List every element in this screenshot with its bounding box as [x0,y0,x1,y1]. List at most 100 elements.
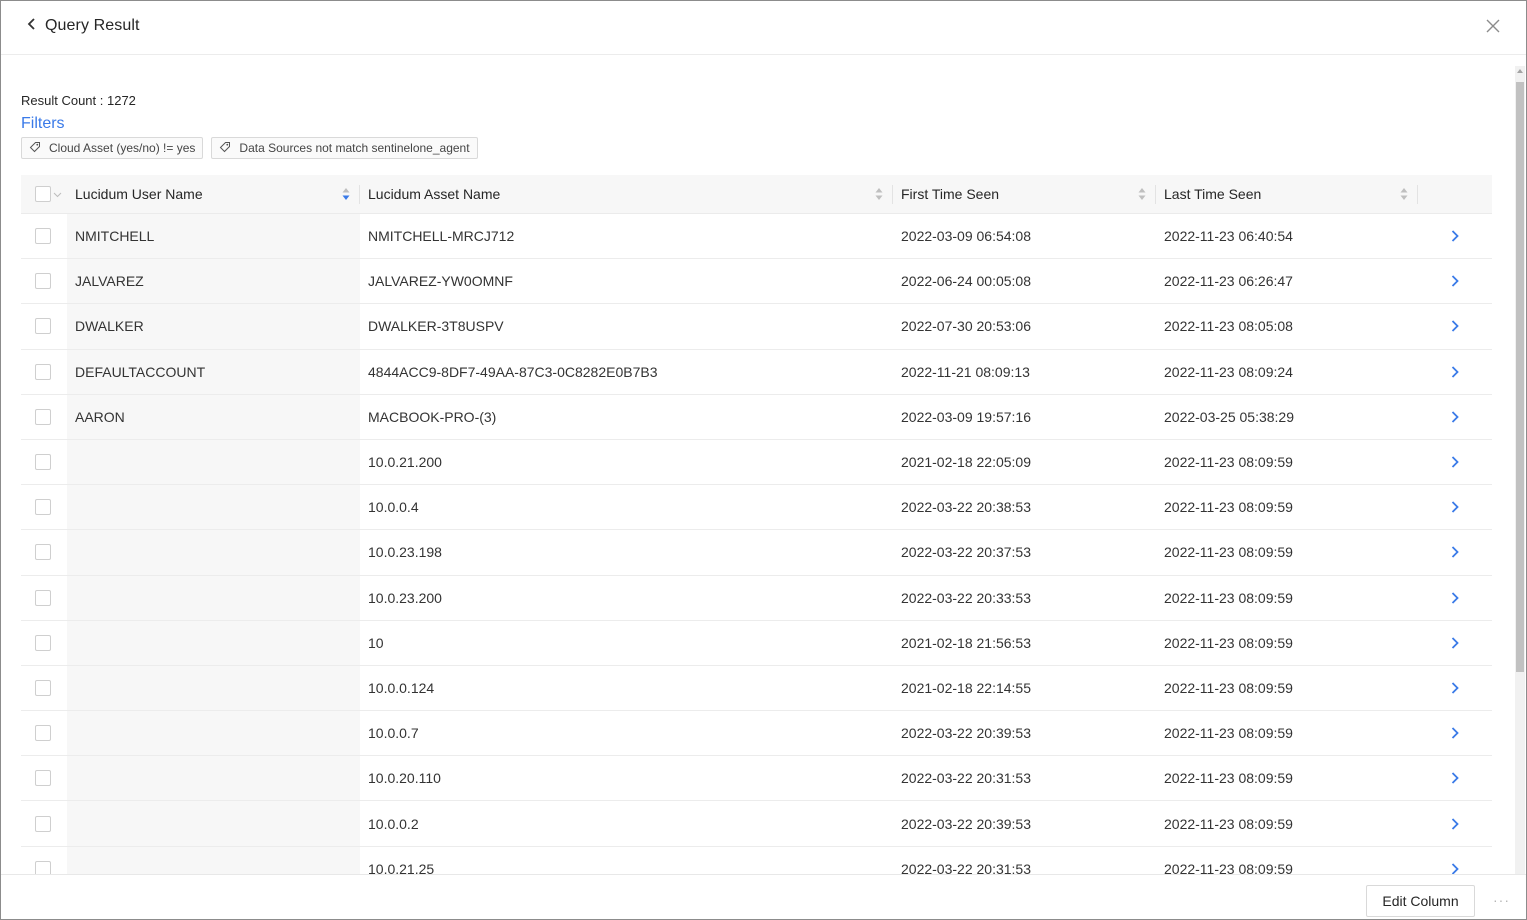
table-row[interactable]: 10.0.0.2 2022-03-22 20:39:53 2022-11-23 … [21,801,1492,847]
column-header-label: Last Time Seen [1164,186,1262,202]
chevron-right-icon[interactable] [1418,365,1492,379]
cell-asset: 10.0.0.4 [368,499,419,516]
cell-last-seen: 2022-11-23 06:40:54 [1164,228,1293,245]
cell-last-seen: 2022-11-23 08:09:59 [1164,725,1293,742]
chevron-right-icon[interactable] [1418,726,1492,740]
row-checkbox[interactable] [35,860,51,874]
table-row[interactable]: 10.0.0.4 2022-03-22 20:38:53 2022-11-23 … [21,485,1492,531]
back-button[interactable]: Query Result [25,15,140,37]
cell-asset: 10.0.23.198 [368,544,442,561]
scrollbar-thumb[interactable] [1516,82,1524,672]
panel-header: Query Result [1,1,1526,55]
row-checkbox[interactable] [35,499,51,516]
chevron-down-icon[interactable] [53,186,62,202]
sort-icon[interactable] [1138,187,1146,201]
cell-last-seen: 2022-11-23 08:09:59 [1164,770,1293,787]
filter-tag[interactable]: Data Sources not match sentinelone_agent [211,137,478,159]
filter-tag-label: Cloud Asset (yes/no) != yes [49,141,196,155]
cell-first-seen: 2021-02-18 21:56:53 [901,634,1031,651]
chevron-right-icon[interactable] [1418,319,1492,333]
row-checkbox[interactable] [35,544,51,561]
cell-first-seen: 2021-02-18 22:05:09 [901,454,1031,471]
cell-user [67,575,360,620]
table-row[interactable]: 10 2021-02-18 21:56:53 2022-11-23 08:09:… [21,620,1492,666]
chevron-right-icon[interactable] [1418,455,1492,469]
table-row[interactable]: 10.0.0.7 2022-03-22 20:39:53 2022-11-23 … [21,711,1492,757]
table-row[interactable]: 10.0.21.200 2021-02-18 22:05:09 2022-11-… [21,439,1492,486]
row-checkbox[interactable] [35,228,51,245]
cell-user: JALVAREZ [67,259,360,304]
table-row[interactable]: 10.0.0.124 2021-02-18 22:14:55 2022-11-2… [21,665,1492,712]
row-checkbox[interactable] [35,815,51,832]
table-row[interactable]: AARON MACBOOK-PRO-(3) 2022-03-09 19:57:1… [21,394,1492,440]
cell-asset: JALVAREZ-YW0OMNF [368,273,513,290]
table-row[interactable]: NMITCHELL NMITCHELL-MRCJ712 2022-03-09 0… [21,214,1492,260]
filter-tags: Cloud Asset (yes/no) != yes Data Sources… [21,137,478,159]
chevron-right-icon[interactable] [1418,591,1492,605]
column-header-first-seen[interactable]: First Time Seen [893,175,1156,214]
table-row[interactable]: 10.0.23.198 2022-03-22 20:37:53 2022-11-… [21,530,1492,576]
results-table: Lucidum User Name Lucidum Asset Name Fir… [21,175,1492,874]
table-row[interactable]: DEFAULTACCOUNT 4844ACC9-8DF7-49AA-87C3-0… [21,349,1492,395]
row-checkbox[interactable] [35,679,51,696]
table-row[interactable]: 10.0.20.110 2022-03-22 20:31:53 2022-11-… [21,756,1492,802]
chevron-right-icon[interactable] [1418,636,1492,650]
column-header-label: Lucidum User Name [75,186,203,202]
chevron-right-icon[interactable] [1418,410,1492,424]
row-checkbox[interactable] [35,770,51,787]
column-header-label: First Time Seen [901,186,1000,202]
sort-icon[interactable] [342,187,350,201]
cell-asset: 10.0.21.200 [368,454,442,471]
scroll-up-icon[interactable] [1517,69,1523,73]
chevron-right-icon[interactable] [1418,862,1492,874]
row-checkbox[interactable] [35,318,51,335]
row-checkbox[interactable] [35,589,51,606]
cell-first-seen: 2022-06-24 00:05:08 [901,273,1031,290]
chevron-right-icon[interactable] [1418,229,1492,243]
row-checkbox[interactable] [35,273,51,290]
cell-user [67,620,360,665]
row-checkbox[interactable] [35,725,51,742]
panel-footer: Edit Column ··· [1,874,1526,919]
chevron-right-icon[interactable] [1418,274,1492,288]
result-count: Result Count : 1272 [21,93,136,108]
cell-asset: 10.0.20.110 [368,770,441,787]
page-title: Query Result [45,17,140,34]
chevron-right-icon[interactable] [1418,771,1492,785]
sort-icon[interactable] [1400,187,1408,201]
row-checkbox[interactable] [35,634,51,651]
cell-last-seen: 2022-11-23 08:09:59 [1164,860,1293,874]
cell-user [67,711,360,756]
query-result-panel: Query Result Result Count : 1272 Filters… [0,0,1527,920]
cell-last-seen: 2022-11-23 08:09:59 [1164,454,1293,471]
cell-first-seen: 2022-03-22 20:39:53 [901,725,1031,742]
cell-last-seen: 2022-11-23 08:09:59 [1164,634,1293,651]
table-body: NMITCHELL NMITCHELL-MRCJ712 2022-03-09 0… [21,214,1492,874]
sort-icon[interactable] [875,187,883,201]
filter-tag[interactable]: Cloud Asset (yes/no) != yes [21,137,204,159]
column-header-user[interactable]: Lucidum User Name [67,175,360,214]
row-checkbox[interactable] [35,454,51,471]
cell-last-seen: 2022-11-23 08:09:24 [1164,363,1293,380]
chevron-right-icon[interactable] [1418,545,1492,559]
cell-user [67,801,360,846]
cell-asset: 10.0.21.25 [368,860,435,874]
vertical-scrollbar[interactable] [1515,66,1525,874]
table-row[interactable]: 10.0.21.25 2022-03-22 20:31:53 2022-11-2… [21,846,1492,874]
row-checkbox[interactable] [35,363,51,380]
chevron-right-icon[interactable] [1418,817,1492,831]
tag-icon [219,141,231,156]
column-header-last-seen[interactable]: Last Time Seen [1156,175,1418,214]
chevron-right-icon[interactable] [1418,500,1492,514]
chevron-right-icon[interactable] [1418,681,1492,695]
close-button[interactable] [1484,17,1502,35]
table-row[interactable]: JALVAREZ JALVAREZ-YW0OMNF 2022-06-24 00:… [21,259,1492,305]
row-checkbox[interactable] [35,408,51,425]
select-all-checkbox[interactable] [35,186,51,202]
table-row[interactable]: 10.0.23.200 2022-03-22 20:33:53 2022-11-… [21,575,1492,621]
filters-link[interactable]: Filters [21,115,65,133]
more-options-button[interactable]: ··· [1493,892,1510,908]
edit-column-button[interactable]: Edit Column [1366,885,1475,917]
table-row[interactable]: DWALKER DWALKER-3T8USPV 2022-07-30 20:53… [21,304,1492,350]
column-header-asset[interactable]: Lucidum Asset Name [360,175,893,214]
